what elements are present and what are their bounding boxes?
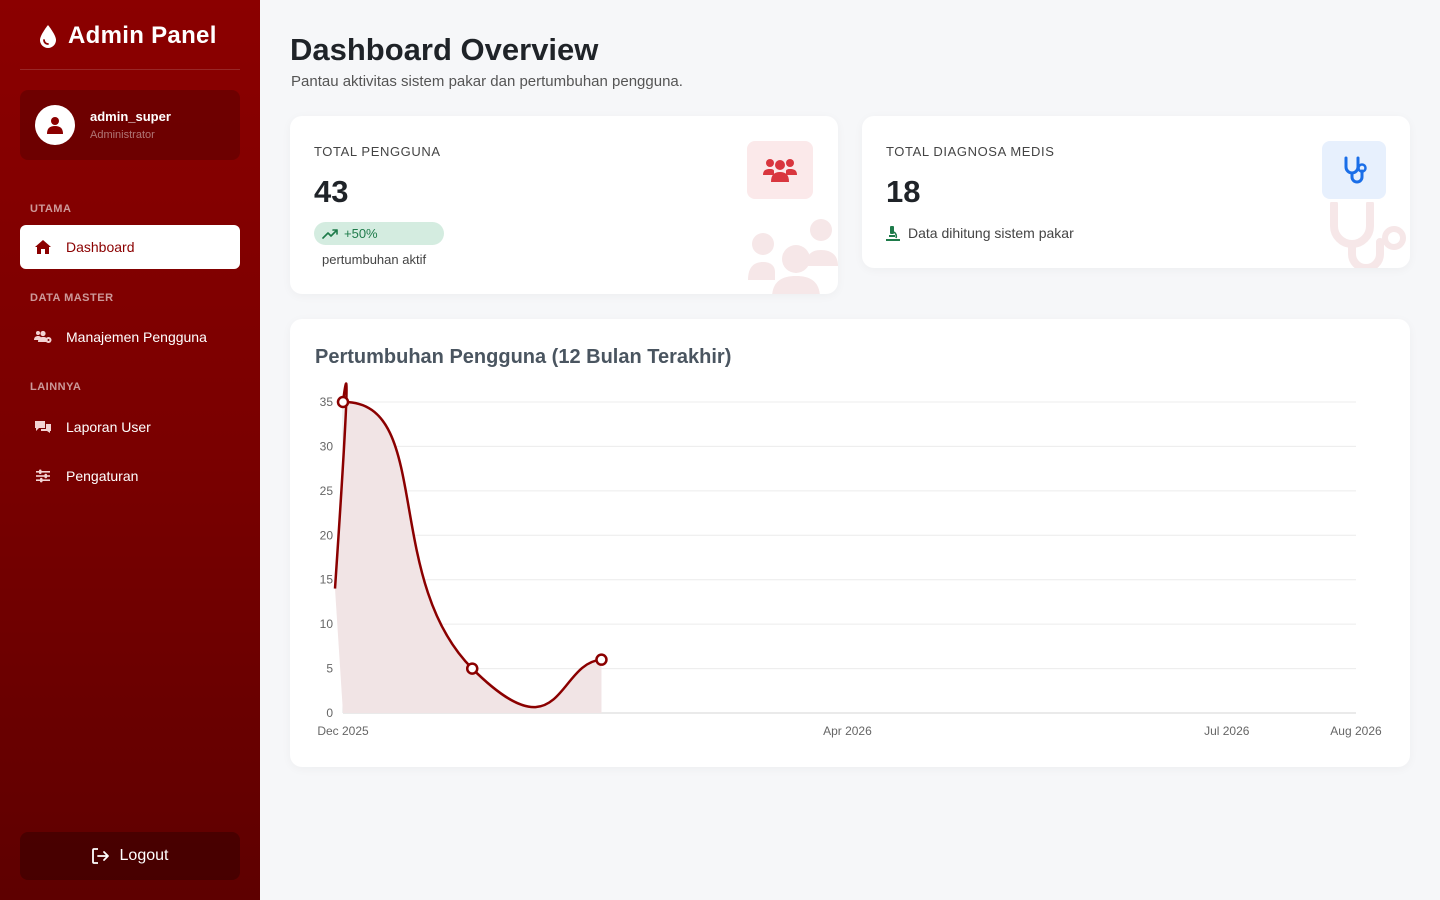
drop-icon xyxy=(40,25,56,48)
growth-chart: 0 5 10 15 20 25 30 35 Dec 2025 Apr 2026 Jul 2026 Au… xyxy=(317,382,1382,738)
users-icon xyxy=(747,141,813,199)
sidebar-item-settings[interactable]: Pengaturan xyxy=(20,454,240,498)
stat-label: TOTAL PENGGUNA xyxy=(314,144,441,159)
sidebar-item-users[interactable]: Manajemen Pengguna xyxy=(20,315,240,359)
x-tick-label: Jul 2026 xyxy=(1204,724,1250,738)
stat-value: 18 xyxy=(886,174,921,209)
y-tick-label: 15 xyxy=(320,573,334,587)
sliders-icon xyxy=(34,467,52,485)
stethoscope-watermark-icon xyxy=(1330,202,1406,268)
brand[interactable]: Admin Panel xyxy=(38,22,217,50)
microscope-icon xyxy=(886,225,900,241)
y-tick-label: 30 xyxy=(320,439,334,453)
user-role: Administrator xyxy=(90,129,155,141)
stethoscope-icon xyxy=(1322,141,1386,199)
brand-name: Admin Panel xyxy=(68,22,217,49)
page-subtitle: Pantau aktivitas sistem pakar dan pertum… xyxy=(291,73,683,90)
user-icon xyxy=(47,117,63,134)
y-tick-label: 0 xyxy=(326,706,333,720)
trend-up-icon xyxy=(322,228,338,239)
diagnosis-note: Data dihitung sistem pakar xyxy=(886,225,1074,241)
sidebar-item-label: Dashboard xyxy=(66,239,135,255)
data-point xyxy=(336,395,350,409)
sidebar: Admin Panel admin_super Administrator UT… xyxy=(0,0,260,900)
users-watermark-icon xyxy=(748,219,838,294)
growth-value: +50% xyxy=(344,226,378,241)
x-tick-label: Aug 2026 xyxy=(1330,724,1382,738)
data-point xyxy=(595,653,608,666)
y-tick-label: 25 xyxy=(320,484,334,498)
chart-card: Pertumbuhan Pengguna (12 Bulan Terakhir)… xyxy=(290,319,1410,767)
home-icon xyxy=(34,238,52,256)
sidebar-item-reports[interactable]: Laporan User xyxy=(20,405,240,449)
stat-card-users: TOTAL PENGGUNA 43 +50% pertumbuhan aktif xyxy=(290,116,838,294)
avatar xyxy=(35,105,75,145)
sidebar-item-label: Pengaturan xyxy=(66,468,139,484)
logout-button[interactable]: Logout xyxy=(20,832,240,880)
sidebar-item-label: Laporan User xyxy=(66,419,151,435)
section-label-lainnya: LAINNYA xyxy=(30,381,82,393)
user-card: admin_super Administrator xyxy=(20,90,240,160)
users-cog-icon xyxy=(34,328,52,346)
user-name: admin_super xyxy=(90,109,171,124)
comments-icon xyxy=(34,418,52,436)
section-label-data-master: DATA MASTER xyxy=(30,292,114,304)
section-label-utama: UTAMA xyxy=(30,203,72,215)
growth-badge: +50% xyxy=(314,222,444,245)
y-tick-label: 20 xyxy=(320,528,334,542)
x-tick-label: Apr 2026 xyxy=(823,724,872,738)
y-tick-label: 10 xyxy=(320,617,334,631)
diagnosis-note-text: Data dihitung sistem pakar xyxy=(908,225,1074,241)
y-tick-label: 5 xyxy=(326,662,333,676)
page-title: Dashboard Overview xyxy=(290,32,599,67)
data-point xyxy=(465,662,479,675)
sign-out-icon xyxy=(91,848,109,864)
sidebar-item-dashboard[interactable]: Dashboard xyxy=(20,225,240,269)
stat-label: TOTAL DIAGNOSA MEDIS xyxy=(886,144,1055,159)
logout-label: Logout xyxy=(119,847,169,864)
stat-card-diagnoses: TOTAL DIAGNOSA MEDIS 18 Data dihitung si… xyxy=(862,116,1410,268)
x-tick-label: Dec 2025 xyxy=(317,724,369,738)
stat-value: 43 xyxy=(314,174,349,209)
growth-note: pertumbuhan aktif xyxy=(322,252,427,267)
y-tick-label: 35 xyxy=(320,395,334,409)
brand-divider xyxy=(20,69,240,70)
sidebar-item-label: Manajemen Pengguna xyxy=(66,329,207,345)
